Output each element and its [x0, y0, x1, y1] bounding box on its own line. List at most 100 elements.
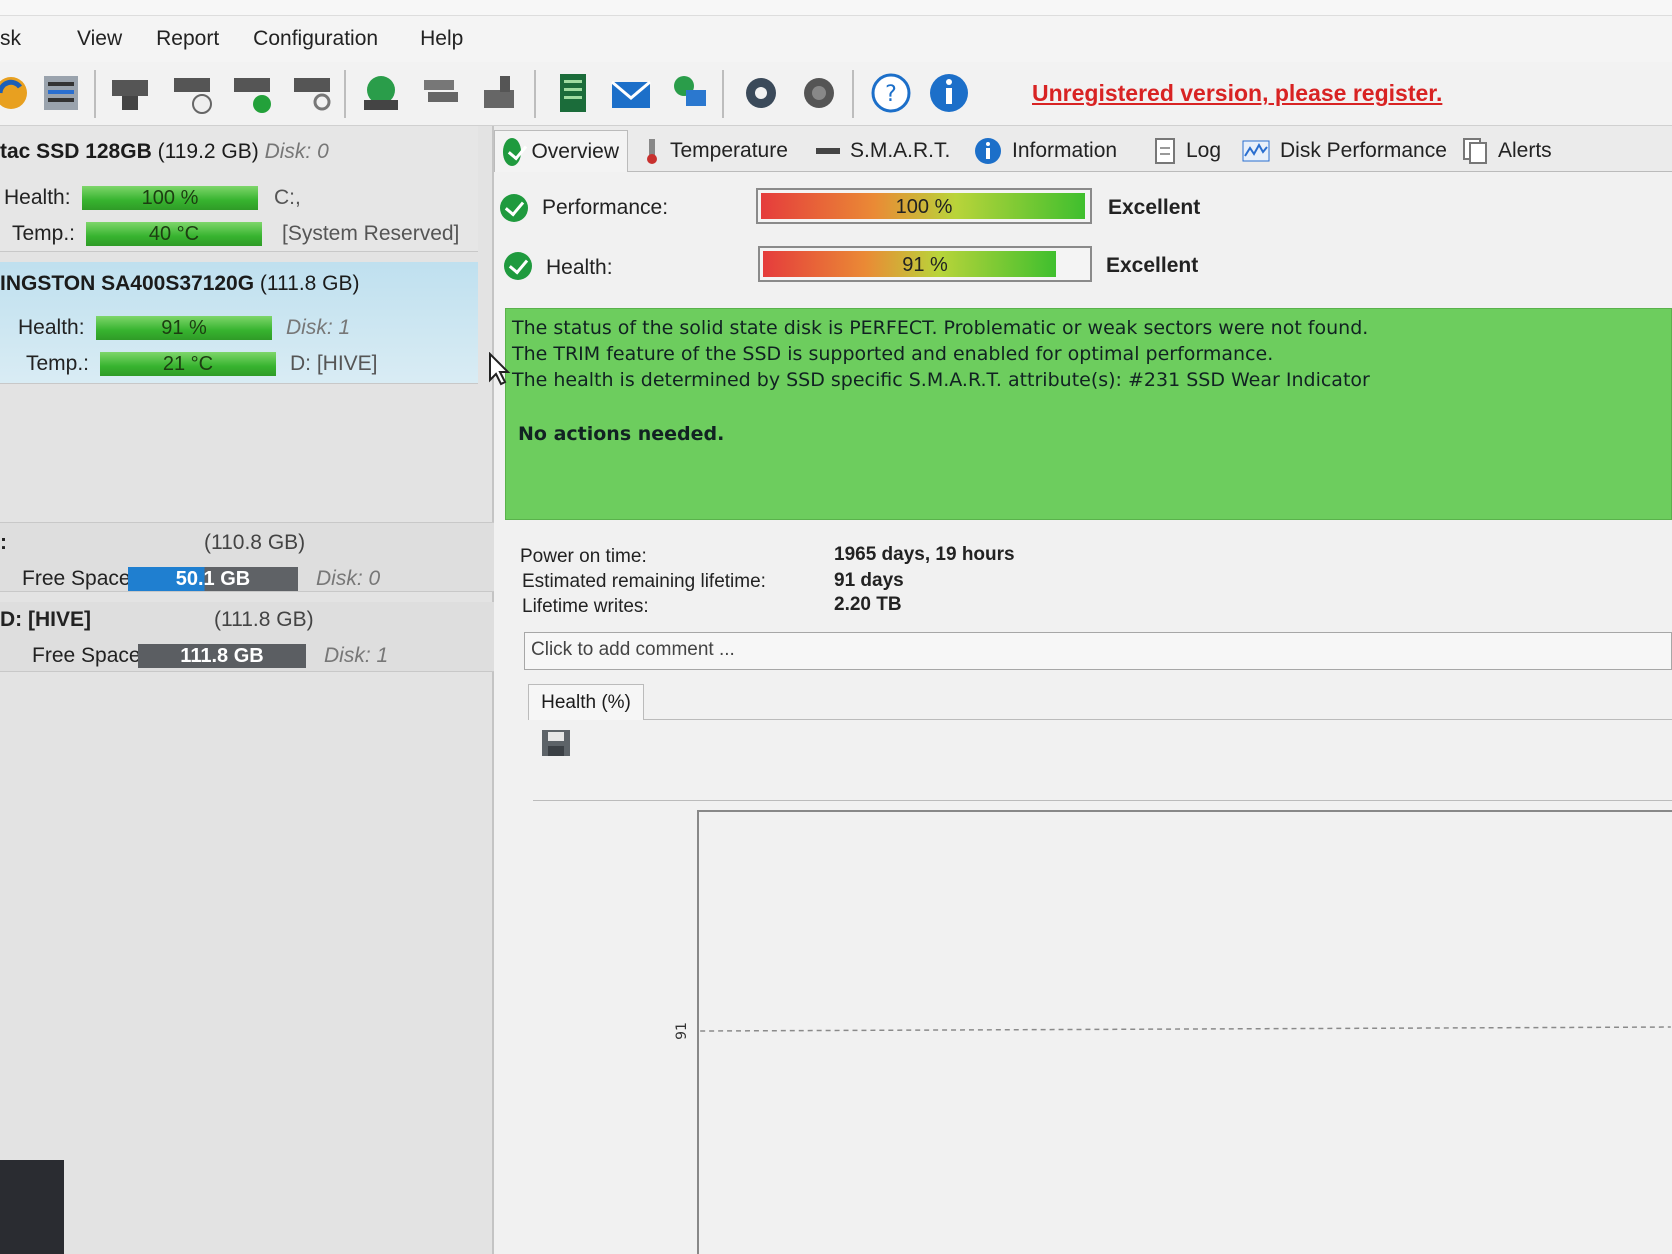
email-icon[interactable]	[608, 70, 654, 116]
health-chart: 91	[674, 810, 1672, 1254]
tab-information[interactable]: Information	[966, 130, 1125, 172]
menu-bar: sk View Report Configuration Help	[0, 16, 1672, 62]
health-label: Health:	[546, 256, 613, 279]
toolbar-separator	[344, 70, 346, 118]
tab-smart[interactable]: S.M.A.R.T.	[808, 130, 958, 172]
menu-view[interactable]: View	[77, 27, 122, 51]
disk-size: (111.8 GB)	[259, 272, 360, 295]
tab-bar: Overview Temperature S.M.A.R.T. Informat…	[494, 130, 1672, 172]
network-icon[interactable]	[666, 70, 712, 116]
free-space-bar: 111.8 GB	[138, 644, 306, 668]
performance-rating: Excellent	[1108, 196, 1201, 219]
menu-disk[interactable]: sk	[0, 27, 21, 51]
health-check-icon	[504, 252, 532, 280]
free-space-label: Free Space	[22, 567, 131, 590]
volume-card-0[interactable]: : (110.8 GB) Free Space 50.1 GB Disk: 0	[0, 522, 494, 592]
health-bar: 100 %	[82, 186, 258, 210]
status-line: The health is determined by SSD specific…	[512, 369, 1370, 391]
save-icon[interactable]	[540, 728, 572, 758]
monitor-bezel	[0, 1160, 64, 1254]
remaining-lifetime-label: Estimated remaining lifetime:	[522, 571, 766, 592]
refresh-icon[interactable]	[0, 70, 34, 116]
performance-check-icon	[500, 194, 528, 222]
health-meter: 91 %	[758, 246, 1092, 282]
chart-tab-health[interactable]: Health (%)	[528, 684, 644, 720]
disk-title: tac SSD 128GB (119.2 GB) Disk: 0	[0, 140, 329, 164]
tab-overview[interactable]: Overview	[494, 130, 628, 172]
disk-export-icon[interactable]	[476, 70, 522, 116]
register-link[interactable]: Unregistered version, please register.	[1032, 80, 1442, 107]
menu-help[interactable]: Help	[420, 27, 463, 51]
volume-size: (110.8 GB)	[204, 531, 306, 554]
disk-card-0[interactable]: tac SSD 128GB (119.2 GB) Disk: 0 Health:…	[0, 126, 478, 252]
temp-label: Temp.:	[26, 352, 90, 375]
tab-temperature[interactable]: Temperature	[636, 130, 796, 172]
volume-card-1[interactable]: D: [HIVE] (111.8 GB) Free Space 111.8 GB…	[0, 602, 494, 672]
menu-report[interactable]: Report	[156, 27, 219, 51]
toolbar-separator	[722, 70, 724, 118]
disk-title: INGSTON SA400S37120G (111.8 GB)	[0, 272, 360, 296]
status-line: The status of the solid state disk is PE…	[512, 317, 1369, 339]
disk-size: (119.2 GB)	[157, 140, 259, 163]
health-label: Health:	[18, 316, 85, 339]
health-reference-line	[700, 1026, 1671, 1032]
mouse-cursor-icon	[489, 352, 511, 386]
tab-log[interactable]: Log	[1146, 130, 1229, 172]
power-on-time-label: Power on time:	[520, 546, 647, 567]
check-icon	[503, 137, 522, 166]
health-label: Health:	[4, 186, 71, 209]
alerts-icon	[1463, 138, 1487, 164]
disk-number: Disk: 1	[286, 316, 351, 339]
disk-number: Disk: 0	[316, 567, 381, 590]
tab-label: Alerts	[1498, 139, 1552, 162]
status-action: No actions needed.	[518, 423, 725, 445]
comment-field[interactable]: Click to add comment ...	[524, 632, 1672, 670]
info-icon	[975, 138, 1001, 164]
temp-label: Temp.:	[12, 222, 76, 245]
disk-search-icon[interactable]	[290, 70, 336, 116]
disk-stack-icon[interactable]	[418, 70, 464, 116]
tab-label: S.M.A.R.T.	[850, 139, 951, 162]
smart-icon	[816, 148, 840, 154]
tab-disk-performance[interactable]: Disk Performance	[1234, 130, 1455, 172]
volume-label: [System Reserved]	[282, 222, 460, 245]
disk-check-icon[interactable]	[230, 70, 276, 116]
disk-icon[interactable]	[108, 70, 154, 116]
title-bar	[0, 0, 1672, 16]
settings-gear-icon[interactable]	[738, 70, 784, 116]
chart-tab-divider	[644, 719, 1672, 720]
free-space-bar: 50.1 GB	[128, 567, 298, 591]
volume-size: (111.8 GB)	[214, 608, 314, 631]
performance-chart-icon	[1242, 140, 1270, 162]
disk-clock-icon[interactable]	[170, 70, 216, 116]
globe-disk-icon[interactable]	[358, 70, 404, 116]
disk-card-1[interactable]: INGSTON SA400S37120G (111.8 GB) Health: …	[0, 262, 478, 384]
disk-number: Disk: 0	[264, 140, 329, 163]
sound-icon[interactable]	[796, 70, 842, 116]
help-icon[interactable]: ?	[868, 70, 914, 116]
performance-meter: 100 %	[756, 188, 1092, 224]
performance-value: 100 %	[895, 196, 953, 218]
chart-container-border	[533, 800, 1672, 801]
app-window: sk View Report Configuration Help ? Unre…	[0, 0, 1672, 1254]
info-icon[interactable]	[926, 70, 972, 116]
tab-alerts[interactable]: Alerts	[1454, 130, 1560, 172]
power-on-time-value: 1965 days, 19 hours	[834, 544, 1015, 565]
drive-letters: C:,	[274, 186, 301, 209]
health-rating: Excellent	[1106, 254, 1199, 277]
menu-configuration[interactable]: Configuration	[253, 27, 378, 51]
status-box: The status of the solid state disk is PE…	[505, 308, 1672, 520]
lifetime-writes-value: 2.20 TB	[834, 594, 902, 615]
toolbar-separator	[94, 70, 96, 118]
svg-text:?: ?	[885, 82, 897, 107]
temp-bar: 21 °C	[100, 352, 276, 376]
notepad-icon[interactable]	[550, 70, 596, 116]
volume-name: :	[0, 531, 7, 554]
disk-number: Disk: 1	[324, 644, 389, 667]
tab-label: Disk Performance	[1280, 139, 1447, 162]
health-value: 91 %	[902, 254, 948, 276]
tab-label: Temperature	[670, 139, 788, 162]
disk-name: tac SSD 128GB	[0, 140, 152, 163]
disk-list-icon[interactable]	[38, 70, 84, 116]
remaining-lifetime-value: 91 days	[834, 570, 904, 591]
